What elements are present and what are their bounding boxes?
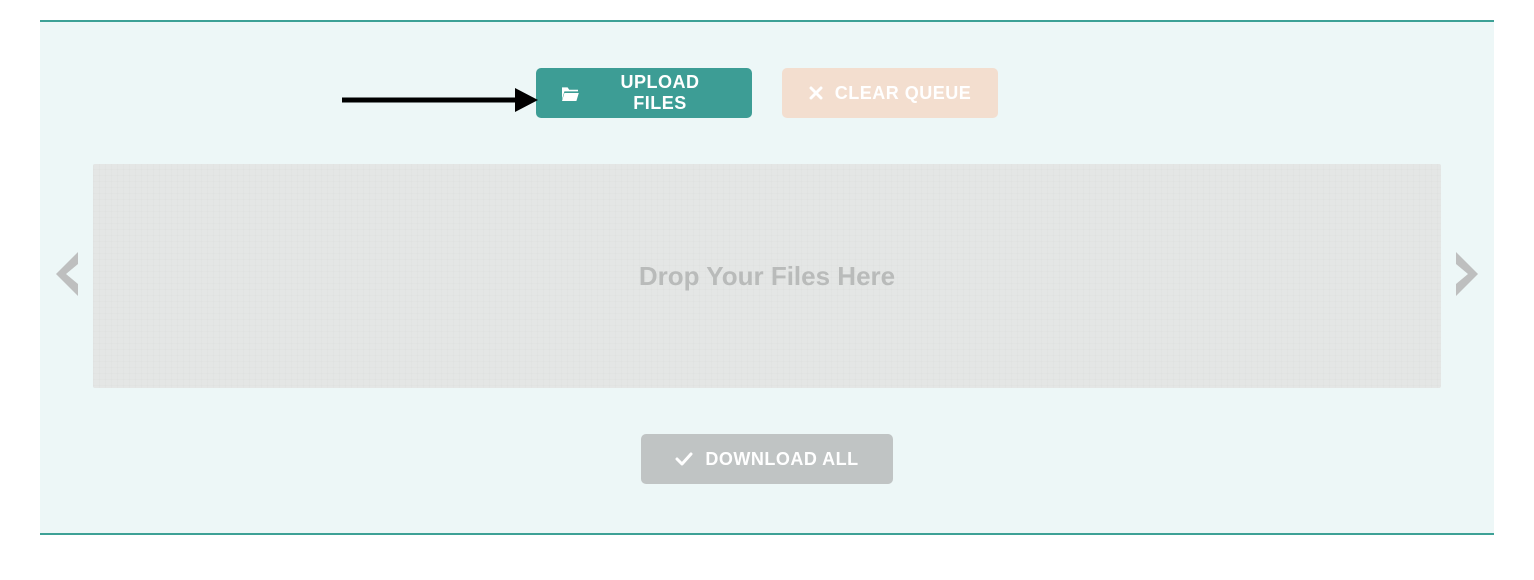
clear-queue-label: CLEAR QUEUE — [835, 83, 972, 104]
upload-files-button[interactable]: UPLOAD FILES — [536, 68, 752, 118]
dropzone-wrap: Drop Your Files Here — [40, 164, 1494, 388]
clear-queue-button[interactable]: CLEAR QUEUE — [782, 68, 998, 118]
carousel-next-button[interactable] — [1456, 246, 1478, 306]
upload-panel: UPLOAD FILES CLEAR QUEUE Drop Your — [40, 22, 1494, 533]
top-action-row: UPLOAD FILES CLEAR QUEUE — [40, 22, 1494, 118]
download-all-label: DOWNLOAD ALL — [705, 449, 858, 470]
dropzone-placeholder: Drop Your Files Here — [639, 261, 895, 292]
carousel-prev-button[interactable] — [56, 246, 78, 306]
close-icon — [809, 86, 823, 100]
folder-open-icon — [560, 85, 580, 101]
upload-files-label: UPLOAD FILES — [592, 72, 728, 114]
file-dropzone[interactable]: Drop Your Files Here — [93, 164, 1441, 388]
page-container: UPLOAD FILES CLEAR QUEUE Drop Your — [0, 0, 1534, 580]
bottom-action-row: DOWNLOAD ALL — [40, 434, 1494, 484]
download-all-button[interactable]: DOWNLOAD ALL — [641, 434, 893, 484]
divider-bottom — [40, 533, 1494, 535]
checkmark-icon — [675, 452, 693, 466]
